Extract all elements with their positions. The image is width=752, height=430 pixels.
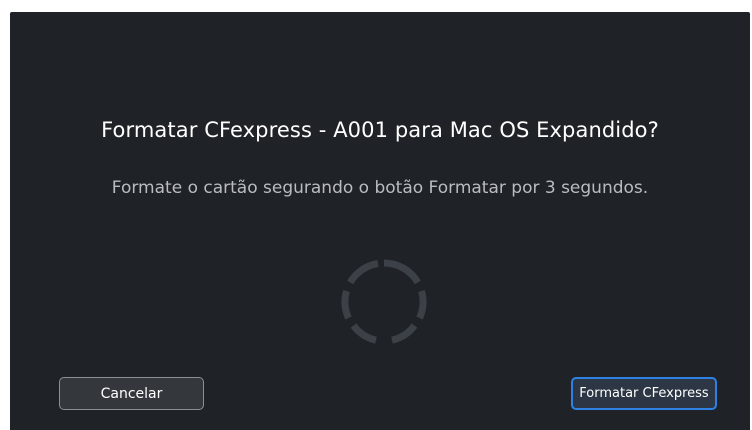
progress-ring-segment [341,290,352,320]
progress-ring-icon [341,259,427,344]
progress-ring-segment [350,323,377,344]
progress-ring-segment [383,259,421,285]
progress-ring-segment [391,323,418,344]
format-dialog: Formatar CFexpress - A001 para Mac OS Ex… [10,12,750,430]
cancel-button[interactable]: Cancelar [59,377,204,410]
dialog-title: Formatar CFexpress - A001 para Mac OS Ex… [101,118,659,142]
format-cfexpress-button[interactable]: Formatar CFexpress [571,377,717,410]
dialog-message: Formate o cartão segurando o botão Forma… [111,178,649,198]
progress-ring-segment [416,290,427,320]
progress-ring-segment [347,260,379,285]
